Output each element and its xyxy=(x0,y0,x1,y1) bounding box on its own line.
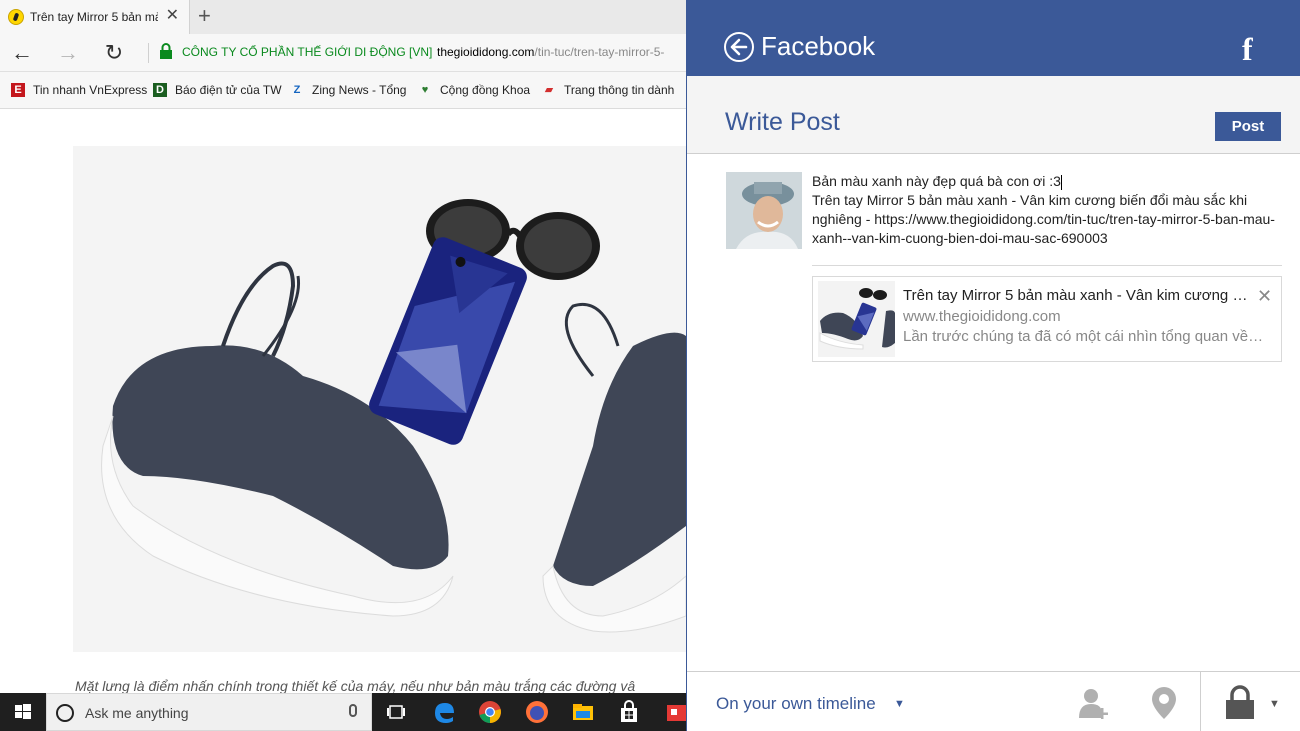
remove-link-close-icon[interactable]: ✕ xyxy=(1257,286,1272,307)
post-text-input[interactable]: Bản màu xanh này đẹp quá bà con ơi :3 Tr… xyxy=(812,172,1282,248)
header-title: Facebook xyxy=(761,31,876,61)
task-view-icon[interactable] xyxy=(383,699,409,725)
audience-selector[interactable]: On your own timeline xyxy=(716,694,876,714)
bookmarks-bar: E Tin nhanh VnExpress D Báo điện tử của … xyxy=(0,72,686,109)
taskbar-search-input[interactable]: Ask me anything xyxy=(46,693,372,731)
forward-arrow-icon[interactable]: → xyxy=(55,40,81,66)
text-cursor xyxy=(1060,174,1062,190)
site-favicon-icon xyxy=(8,9,24,25)
bookmark-cong-dong-khoa[interactable]: ♥ Cộng đồng Khoa xyxy=(418,83,530,97)
link-preview-card[interactable]: Trên tay Mirror 5 bản màu xanh - Vân kim… xyxy=(812,276,1282,362)
post-message: Bản màu xanh này đẹp quá bà con ơi :3 xyxy=(812,173,1061,189)
bookmark-label: Trang thông tin dành xyxy=(564,83,675,97)
search-placeholder: Ask me anything xyxy=(85,705,189,721)
certificate-org[interactable]: CÔNG TY CỔ PHẦN THẾ GIỚI DI ĐỘNG [VN] xyxy=(182,45,432,59)
caret-down-icon[interactable]: ▼ xyxy=(894,698,905,710)
post-link-text: Trên tay Mirror 5 bản màu xanh - Vân kim… xyxy=(812,192,1275,246)
vnexpress-icon: E xyxy=(11,83,25,97)
bookmark-label: Báo điện tử của TW xyxy=(175,83,282,97)
firefox-icon[interactable] xyxy=(524,699,550,725)
tab-title: Trên tay Mirror 5 bản màu xanh xyxy=(30,10,158,24)
bookmark-vnexpress[interactable]: E Tin nhanh VnExpress xyxy=(11,83,147,97)
url-host: thegioididong.com xyxy=(437,45,535,59)
divider xyxy=(812,265,1282,266)
facebook-logo-icon: f xyxy=(1242,31,1253,67)
bookmark-zing-news[interactable]: Z Zing News - Tổng xyxy=(290,83,407,97)
address-separator xyxy=(148,43,149,63)
cortana-icon xyxy=(56,704,74,722)
windows-start-icon[interactable] xyxy=(0,693,46,731)
tag-friends-icon[interactable] xyxy=(1077,686,1111,720)
back-arrow-icon[interactable]: ← xyxy=(9,40,35,66)
bookmark-label: Zing News - Tổng xyxy=(312,83,407,97)
write-post-bar: Write Post Post xyxy=(687,76,1300,154)
microphone-icon[interactable] xyxy=(349,704,357,717)
tab-active[interactable]: Trên tay Mirror 5 bản màu xanh ✕ xyxy=(0,0,190,34)
link-thumbnail xyxy=(818,281,895,357)
post-options-bar: On your own timeline ▼ ▼ xyxy=(687,671,1300,731)
link-title: Trên tay Mirror 5 bản màu xanh - Vân kim… xyxy=(903,287,1255,304)
new-tab-button[interactable]: + xyxy=(198,3,211,29)
link-domain: www.thegioididong.com xyxy=(903,308,1061,325)
bookmark-label: Tin nhanh VnExpress xyxy=(33,83,148,97)
facebook-share-panel: Facebook f Write Post Post Bản màu xanh … xyxy=(686,0,1300,731)
tab-strip: Trên tay Mirror 5 bản màu xanh ✕ + xyxy=(0,0,686,34)
bookmark-trang-thong-tin[interactable]: ▰ Trang thông tin dành xyxy=(542,83,675,97)
app-icon[interactable] xyxy=(662,699,686,725)
edge-browser-icon[interactable] xyxy=(431,699,457,725)
caret-down-icon[interactable]: ▼ xyxy=(1269,698,1280,710)
article-photo xyxy=(73,146,686,652)
refresh-icon[interactable]: ↻ xyxy=(101,40,127,66)
address-bar[interactable]: thegioididong.com/tin-tuc/tren-tay-mirro… xyxy=(437,45,664,59)
options-separator xyxy=(1200,672,1201,731)
windows-taskbar: Ask me anything xyxy=(0,693,686,731)
store-icon[interactable] xyxy=(616,699,642,725)
privacy-lock-icon[interactable] xyxy=(1223,685,1257,721)
url-path: /tin-tuc/tren-tay-mirror-5- xyxy=(534,45,665,59)
page-content: Mặt lưng là điểm nhấn chính trong thiết … xyxy=(0,110,686,694)
avatar xyxy=(726,172,802,249)
tab-close-icon[interactable]: ✕ xyxy=(166,8,179,24)
secure-lock-icon[interactable] xyxy=(158,42,174,60)
back-arrow-icon[interactable] xyxy=(724,32,754,62)
post-button[interactable]: Post xyxy=(1215,112,1281,141)
location-pin-icon[interactable] xyxy=(1149,685,1179,721)
article-caption: Mặt lưng là điểm nhấn chính trong thiết … xyxy=(75,678,636,694)
file-explorer-icon[interactable] xyxy=(570,699,596,725)
link-description: Lần trước chúng ta đã có một cái nhìn tổ… xyxy=(903,328,1265,345)
zing-icon: Z xyxy=(293,84,301,96)
leaf-icon: ♥ xyxy=(421,84,429,96)
chrome-icon[interactable] xyxy=(477,699,503,725)
browser-window: Trên tay Mirror 5 bản màu xanh ✕ + ← → ↻… xyxy=(0,0,686,731)
bao-dien-tu-icon: D xyxy=(153,83,167,97)
bookmark-label: Cộng đồng Khoa xyxy=(440,83,531,97)
navigation-bar: ← → ↻ CÔNG TY CỔ PHẦN THẾ GIỚI DI ĐỘNG [… xyxy=(0,34,686,72)
facebook-header: Facebook f xyxy=(687,0,1300,76)
flag-icon: ▰ xyxy=(544,84,554,96)
bookmark-bao-dien-tu[interactable]: D Báo điện tử của TW xyxy=(153,83,282,97)
page-title: Write Post xyxy=(725,108,840,136)
